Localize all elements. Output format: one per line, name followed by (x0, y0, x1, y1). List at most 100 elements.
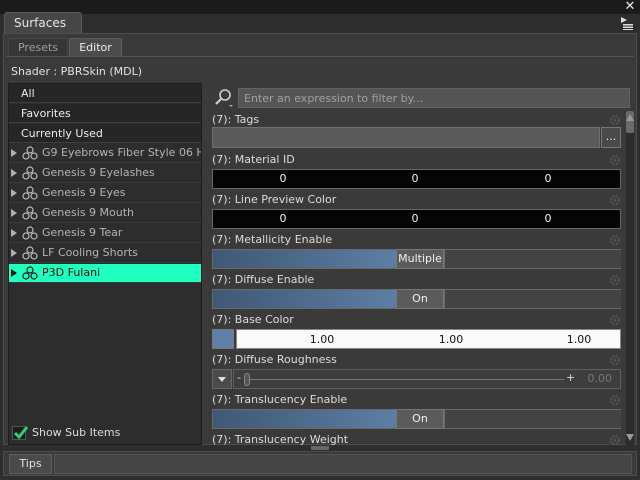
node-figure-icon (22, 226, 38, 240)
color-channel-value[interactable]: 1.00 (421, 333, 481, 346)
property-label: (7): Translucency Weight (212, 433, 349, 445)
property-row: (7): Line Preview Color 0 0 0 (209, 191, 623, 231)
filter-item[interactable]: Currently Used (9, 124, 201, 143)
property-row: (7): Translucency Enable On (209, 391, 623, 431)
tree-node-label: Genesis 9 Eyelashes (42, 166, 155, 179)
slider-menu-icon[interactable] (212, 369, 232, 389)
number-fields[interactable]: 0 0 0 (212, 169, 621, 189)
toggle-track-right[interactable] (444, 410, 621, 428)
property-label: (7): Tags (212, 113, 260, 126)
expand-arrow-icon[interactable] (11, 229, 17, 237)
toggle-track-right[interactable] (444, 250, 621, 268)
expand-arrow-icon[interactable] (11, 169, 17, 177)
toggle-state[interactable]: Multiple (396, 249, 444, 269)
tags-browse-button[interactable]: ... (601, 127, 621, 148)
node-figure-icon (22, 186, 38, 200)
gear-icon[interactable] (609, 434, 621, 445)
tree-node-label: G9 Eyebrows Fiber Style 06 H… (42, 146, 201, 159)
number-value[interactable]: 0 (518, 172, 578, 185)
toggle-track-right[interactable] (444, 290, 621, 308)
color-swatch[interactable] (212, 329, 234, 349)
node-figure-icon (22, 246, 38, 260)
color-value-fields[interactable]: 1.00 1.00 1.00 (236, 329, 621, 349)
tree-node-label: Genesis 9 Eyes (42, 186, 126, 199)
shader-value: PBRSkin (MDL) (60, 65, 143, 78)
number-value[interactable]: 0 (518, 212, 578, 225)
search-icon[interactable] (213, 86, 235, 108)
number-value[interactable]: 0 (385, 212, 445, 225)
toggle-state[interactable]: On (396, 289, 444, 309)
tree-node[interactable]: Genesis 9 Eyelashes (9, 164, 201, 183)
tree-node[interactable]: Genesis 9 Mouth (9, 204, 201, 223)
tree-node-label: Genesis 9 Tear (42, 226, 123, 239)
property-row: (7): Base Color 1.00 1.00 1.00 (209, 311, 623, 351)
property-label: (7): Material ID (212, 153, 295, 166)
checkmark-icon (13, 426, 29, 440)
property-label: (7): Line Preview Color (212, 193, 337, 206)
number-fields[interactable]: 0 0 0 (212, 209, 621, 229)
number-value[interactable]: 0 (385, 172, 445, 185)
scroll-down-icon[interactable] (625, 432, 635, 441)
scroll-up-icon[interactable] (625, 112, 635, 121)
toggle-slider[interactable]: On (212, 289, 621, 309)
tree-node[interactable]: LF Cooling Shorts (9, 244, 201, 263)
number-value[interactable]: 0 (253, 172, 313, 185)
shader-prefix: Shader : (11, 65, 58, 78)
gear-icon[interactable] (609, 194, 621, 206)
tags-field[interactable] (212, 127, 600, 148)
tree-node[interactable]: Genesis 9 Eyes (9, 184, 201, 203)
gear-icon[interactable] (609, 314, 621, 326)
shader-label: Shader : PBRSkin (MDL) (11, 65, 142, 78)
expand-arrow-icon[interactable] (11, 209, 17, 217)
gear-icon[interactable] (609, 234, 621, 246)
gear-icon[interactable] (609, 154, 621, 166)
slider-plus[interactable]: + (566, 371, 575, 384)
tab-editor[interactable]: Editor (69, 38, 122, 57)
tree-node[interactable]: Genesis 9 Tear (9, 224, 201, 243)
property-label: (7): Diffuse Roughness (212, 353, 337, 366)
tab-divider (6, 56, 634, 57)
toggle-slider[interactable]: On (212, 409, 621, 429)
gear-icon[interactable] (609, 354, 621, 366)
node-figure-icon (22, 206, 38, 220)
slider-thumb[interactable] (244, 373, 250, 386)
color-channel-value[interactable]: 1.00 (549, 333, 609, 346)
scrollbar-track[interactable] (626, 111, 634, 445)
tree-node[interactable]: P3D Fulani (9, 264, 201, 283)
panel-menu-icon[interactable] (620, 16, 634, 30)
node-figure-icon (22, 146, 38, 160)
number-value[interactable]: 0 (253, 212, 313, 225)
property-row: (7): Metallicity Enable Multiple (209, 231, 623, 271)
tab-presets[interactable]: Presets (8, 38, 68, 57)
filter-item[interactable]: All (9, 84, 201, 103)
toggle-state[interactable]: On (396, 409, 444, 429)
checkbox-box[interactable] (12, 426, 29, 440)
slider-value[interactable]: 0.00 (588, 372, 613, 385)
roughness-slider[interactable]: - +0.00 (233, 369, 621, 389)
property-list: (7): Tags... (7): Material ID 0 0 0 (7): Line… (209, 111, 623, 445)
expand-arrow-icon[interactable] (11, 249, 17, 257)
close-icon[interactable]: ✕ (624, 0, 636, 14)
property-label: (7): Base Color (212, 313, 294, 326)
expand-arrow-icon[interactable] (11, 189, 17, 197)
expand-arrow-icon[interactable] (11, 149, 17, 157)
title-strip (0, 0, 640, 14)
gear-icon[interactable] (609, 274, 621, 286)
tree-node[interactable]: G9 Eyebrows Fiber Style 06 H… (9, 144, 201, 163)
slider-line (246, 379, 564, 380)
property-row: (7): Tags... (209, 111, 623, 151)
property-row: (7): Translucency Weight (209, 431, 623, 445)
color-channel-value[interactable]: 1.00 (292, 333, 352, 346)
filter-item[interactable]: Favorites (9, 104, 201, 123)
show-sub-items-label: Show Sub Items (32, 426, 121, 439)
toggle-slider[interactable]: Multiple (212, 249, 621, 269)
tree-node-label: Genesis 9 Mouth (42, 206, 135, 219)
filter-input[interactable] (238, 88, 630, 108)
tips-tab[interactable]: Tips (9, 454, 52, 474)
gear-icon[interactable] (609, 114, 621, 126)
resize-grip[interactable] (311, 446, 329, 450)
expand-arrow-icon[interactable] (11, 269, 17, 277)
window-tab-surfaces[interactable]: Surfaces (4, 12, 82, 34)
slider-minus[interactable]: - (237, 371, 241, 384)
gear-icon[interactable] (609, 394, 621, 406)
